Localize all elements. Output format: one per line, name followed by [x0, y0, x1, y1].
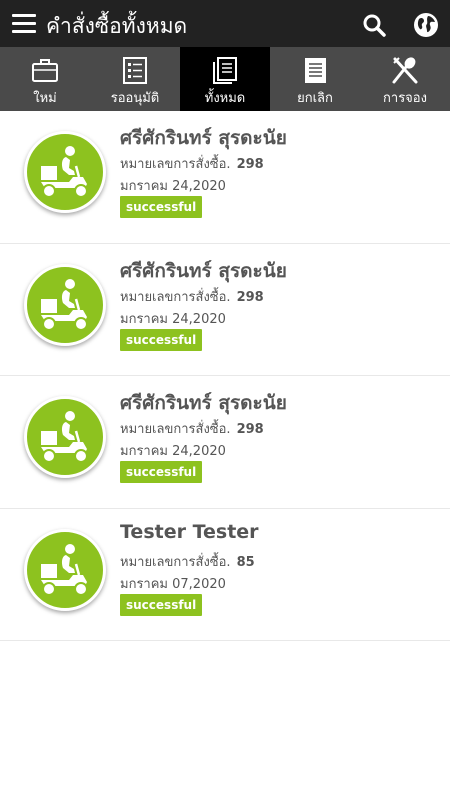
- utensils-icon: [392, 57, 418, 84]
- order-date: มกราคม 24,2020: [120, 179, 226, 194]
- briefcase-icon: [32, 59, 58, 82]
- tab-label: การจอง: [383, 91, 427, 106]
- status-badge: successful: [120, 328, 203, 351]
- tab-booking[interactable]: การจอง: [360, 47, 450, 111]
- order-number-line: หมายเลขการสั่งซื้อ. 298: [120, 153, 264, 174]
- customer-name: Tester Tester: [120, 520, 259, 543]
- order-number: 298: [236, 289, 264, 305]
- documents-icon: [213, 57, 237, 84]
- delivery-avatar: [24, 396, 106, 478]
- order-number: 298: [236, 157, 264, 172]
- customer-name: ศรีศักรินทร์ สุรดะนัย: [120, 259, 287, 282]
- order-date: มกราคม 07,2020: [120, 576, 226, 592]
- tab-label: ทั้งหมด: [204, 91, 246, 106]
- customer-name: ศรีศักรินทร์ สุรดะนัย: [120, 127, 287, 149]
- order-number-label: หมายเลขการสั่งซื้อ.: [120, 422, 231, 437]
- customer-name: ศรีศักรินทร์ สุรดะนัย: [120, 392, 287, 414]
- page-title: คำสั่งซื้อทั้งหมด: [46, 14, 188, 38]
- tab-label: ยกเลิก: [297, 91, 333, 106]
- status-badge: successful: [120, 196, 203, 218]
- tab-all[interactable]: ทั้งหมด: [180, 47, 270, 111]
- order-list-item[interactable]: ศรีศักรินทร์ สุรดะนัย หมายเลขการสั่งซื้อ…: [0, 111, 450, 244]
- order-number-line: หมายเลขการสั่งซื้อ. 298: [120, 418, 264, 439]
- order-number-label: หมายเลขการสั่งซื้อ.: [120, 554, 231, 570]
- delivery-scooter-icon: [41, 411, 88, 463]
- status-badge: successful: [120, 593, 203, 616]
- delivery-scooter-icon: [41, 278, 88, 331]
- tab-bar: ใหม่ รออนุมัติ ทั้งหมด ยกเลิก การจอง: [0, 47, 450, 111]
- checklist-icon: [123, 57, 147, 84]
- delivery-avatar: [24, 131, 106, 213]
- order-number: 298: [236, 422, 264, 437]
- order-list-item[interactable]: ศรีศักรินทร์ สุรดะนัย หมายเลขการสั่งซื้อ…: [0, 244, 450, 376]
- delivery-avatar: [24, 263, 106, 346]
- hamburger-menu-icon[interactable]: [12, 14, 36, 34]
- tab-pending[interactable]: รออนุมัติ: [90, 47, 180, 111]
- status-badge: successful: [120, 461, 203, 483]
- tab-cancelled[interactable]: ยกเลิก: [270, 47, 360, 111]
- app-header: คำสั่งซื้อทั้งหมด: [0, 0, 450, 47]
- order-number-label: หมายเลขการสั่งซื้อ.: [120, 289, 231, 305]
- order-date: มกราคม 24,2020: [120, 311, 226, 327]
- tab-label: ใหม่: [33, 91, 57, 106]
- order-number-line: หมายเลขการสั่งซื้อ. 298: [120, 286, 264, 307]
- order-number-line: หมายเลขการสั่งซื้อ. 85: [120, 551, 255, 572]
- order-date: มกราคม 24,2020: [120, 444, 226, 459]
- globe-icon[interactable]: [413, 12, 439, 38]
- order-list-item[interactable]: Tester Tester หมายเลขการสั่งซื้อ. 85 มกรา…: [0, 509, 450, 641]
- tab-new[interactable]: ใหม่: [0, 47, 90, 111]
- delivery-scooter-icon: [41, 146, 88, 198]
- order-list-item[interactable]: ศรีศักรินทร์ สุรดะนัย หมายเลขการสั่งซื้อ…: [0, 376, 450, 509]
- order-number: 85: [236, 554, 255, 570]
- order-number-label: หมายเลขการสั่งซื้อ.: [120, 157, 231, 172]
- order-list: ศรีศักรินทร์ สุรดะนัย หมายเลขการสั่งซื้อ…: [0, 111, 450, 641]
- delivery-avatar: [24, 528, 106, 611]
- search-icon[interactable]: [362, 13, 386, 37]
- delivery-scooter-icon: [41, 543, 88, 596]
- document-icon: [305, 58, 326, 83]
- tab-label: รออนุมัติ: [110, 91, 160, 106]
